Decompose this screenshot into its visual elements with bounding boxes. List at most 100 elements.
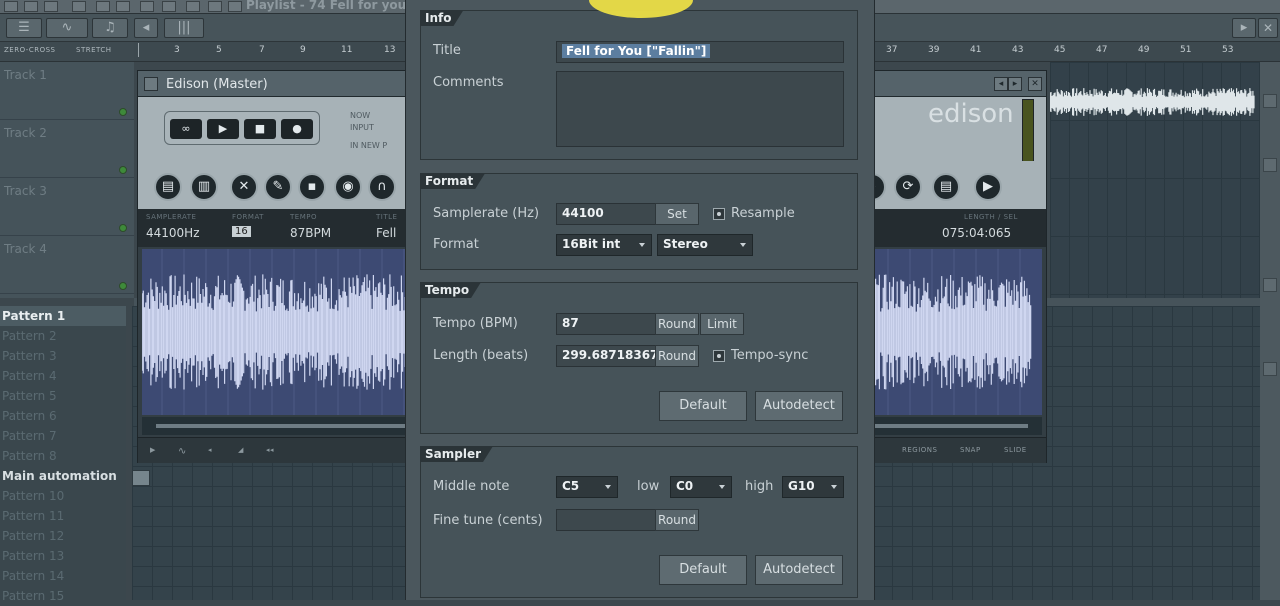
pattern-item[interactable]: Pattern 13: [0, 546, 126, 566]
samplerate-input[interactable]: 44100: [556, 203, 656, 225]
sampler-default-button[interactable]: Default: [659, 555, 747, 585]
pattern-item[interactable]: Main automation: [0, 466, 126, 486]
fine-round-button[interactable]: Round: [655, 509, 699, 531]
slide-toggle[interactable]: SLIDE: [1004, 446, 1027, 454]
track-mute-led[interactable]: [119, 166, 127, 174]
pattern-block[interactable]: [132, 470, 150, 486]
channels-select[interactable]: Stereo: [657, 234, 753, 256]
track-row[interactable]: Track 1: [0, 62, 134, 120]
wrench-icon[interactable]: ✎: [264, 173, 292, 201]
play-small-icon[interactable]: ▶: [150, 446, 156, 454]
track-row[interactable]: Track 4: [0, 236, 134, 294]
pattern-item[interactable]: Pattern 6: [0, 406, 126, 426]
envelope-icon[interactable]: ◢: [238, 446, 244, 454]
add-save-icon[interactable]: ▤: [932, 173, 960, 201]
next-arrow-icon[interactable]: ▸: [1008, 77, 1022, 91]
pattern-item[interactable]: Pattern 1: [0, 306, 126, 326]
tool-icon[interactable]: [162, 1, 176, 12]
vertical-scrollbar[interactable]: [1260, 62, 1280, 600]
close-icon[interactable]: ✕: [1258, 18, 1278, 38]
tempo-input[interactable]: 87: [556, 313, 656, 335]
magnet-icon[interactable]: ∩: [368, 173, 396, 201]
scroll-handle[interactable]: [1263, 362, 1277, 376]
pattern-item[interactable]: Pattern 8: [0, 446, 126, 466]
low-note-select[interactable]: C0: [670, 476, 732, 498]
length-input[interactable]: 299.687183673: [556, 345, 656, 367]
sampler-autodetect-button[interactable]: Autodetect: [755, 555, 843, 585]
edison-menu-icon[interactable]: [144, 77, 158, 91]
pattern-item[interactable]: Pattern 11: [0, 506, 126, 526]
track-mute-led[interactable]: [119, 224, 127, 232]
scroll-handle[interactable]: [1263, 158, 1277, 172]
scroll-handle[interactable]: [1263, 278, 1277, 292]
stop-icon[interactable]: [44, 1, 58, 12]
view-icon[interactable]: [186, 1, 200, 12]
track-row[interactable]: Track 3: [0, 178, 134, 236]
wave-icon[interactable]: ∿: [178, 446, 187, 457]
close-icon[interactable]: ✕: [1028, 77, 1042, 91]
drag-icon[interactable]: ▶: [974, 173, 1002, 201]
marker-icon[interactable]: ◂: [208, 446, 212, 454]
tempo-sync-checkbox[interactable]: [713, 350, 725, 362]
scroll-handle[interactable]: [1263, 94, 1277, 108]
eye-icon[interactable]: ◉: [334, 173, 362, 201]
track-row[interactable]: Track 2: [0, 120, 134, 178]
horizontal-scrollbar[interactable]: |||: [164, 18, 204, 38]
pattern-item[interactable]: Pattern 7: [0, 426, 126, 446]
record-button[interactable]: ●: [281, 119, 313, 139]
song-mode-icon[interactable]: [116, 1, 130, 12]
pattern-item[interactable]: Pattern 5: [0, 386, 126, 406]
play-icon[interactable]: [24, 1, 38, 12]
title-input[interactable]: Fell for You ["Fallin"]: [556, 41, 844, 63]
tempo-autodetect-button[interactable]: Autodetect: [755, 391, 843, 421]
record-now-option[interactable]: NOW: [350, 111, 370, 120]
scroll-left-icon[interactable]: ◂: [134, 18, 158, 38]
record-icon[interactable]: [72, 1, 86, 12]
snap-icon[interactable]: [140, 1, 154, 12]
rec-tool-icon[interactable]: ▪: [298, 173, 326, 201]
pattern-item[interactable]: Pattern 12: [0, 526, 126, 546]
limit-button[interactable]: Limit: [700, 313, 744, 335]
cut-icon[interactable]: ✕: [230, 173, 258, 201]
round-tempo-button[interactable]: Round: [655, 313, 699, 335]
pattern-item[interactable]: Pattern 10: [0, 486, 126, 506]
fine-tune-input[interactable]: [556, 509, 656, 531]
grid-icon[interactable]: [208, 1, 222, 12]
pattern-item[interactable]: Pattern 15: [0, 586, 126, 606]
pattern-mode-icon[interactable]: [96, 1, 110, 12]
menu-icon[interactable]: [4, 1, 18, 12]
pattern-item[interactable]: Pattern 3: [0, 346, 126, 366]
stretch-toggle[interactable]: STRETCH: [76, 46, 112, 54]
envelope-tool-icon[interactable]: ∿: [46, 18, 88, 38]
save-icon[interactable]: ▤: [154, 173, 182, 201]
record-in-new-option[interactable]: IN NEW P: [350, 141, 387, 150]
zero-cross-toggle[interactable]: ZERO-CROSS: [4, 46, 55, 54]
loop-button[interactable]: ∞: [170, 119, 202, 139]
stop-button[interactable]: ■: [244, 119, 276, 139]
high-note-select[interactable]: G10: [782, 476, 844, 498]
comments-textarea[interactable]: [556, 71, 844, 147]
fade-icon[interactable]: ◂◂: [266, 446, 274, 454]
bit-depth-select[interactable]: 16Bit int: [556, 234, 652, 256]
prev-arrow-icon[interactable]: ◂: [994, 77, 1008, 91]
loop-tool-icon[interactable]: ⟳: [894, 173, 922, 201]
playlist-icon[interactable]: [228, 1, 242, 12]
round-length-button[interactable]: Round: [655, 345, 699, 367]
play-button[interactable]: ▶: [207, 119, 239, 139]
pattern-item[interactable]: Pattern 14: [0, 566, 126, 586]
set-button[interactable]: Set: [655, 203, 699, 225]
pattern-item[interactable]: Pattern 4: [0, 366, 126, 386]
regions-toggle[interactable]: REGIONS: [902, 446, 937, 454]
tempo-default-button[interactable]: Default: [659, 391, 747, 421]
resample-checkbox[interactable]: [713, 208, 725, 220]
note-icon[interactable]: ♫: [92, 18, 128, 38]
scroll-right-icon[interactable]: ▸: [1232, 18, 1256, 38]
record-input-option[interactable]: INPUT: [350, 123, 374, 132]
menu-button[interactable]: ☰: [6, 18, 42, 38]
snap-toggle[interactable]: SNAP: [960, 446, 981, 454]
pattern-item[interactable]: Pattern 2: [0, 326, 126, 346]
middle-note-select[interactable]: C5: [556, 476, 618, 498]
track-mute-led[interactable]: [119, 282, 127, 290]
track-mute-led[interactable]: [119, 108, 127, 116]
document-icon[interactable]: ▥: [190, 173, 218, 201]
